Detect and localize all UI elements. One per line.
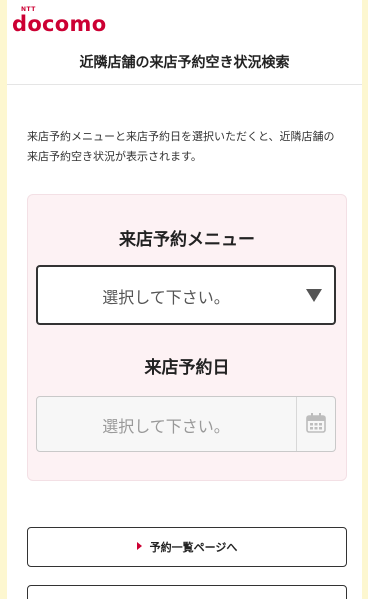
description-text: 来店予約メニューと来店予約日を選択いただくと、近隣店舗の来店予約空き状況が表示さ… [27, 130, 335, 163]
page-frame: NTT docomo 近隣店舗の来店予約空き状況検索 来店予約メニューと来店予約… [7, 0, 362, 599]
secondary-button[interactable] [27, 585, 347, 599]
logo-ntt-text: NTT [21, 6, 36, 13]
date-input[interactable]: 選択して下さい。 [36, 396, 336, 452]
reservation-list-label: 予約一覧ページへ [149, 541, 238, 554]
calendar-icon[interactable] [305, 412, 327, 434]
reservation-list-button-content: 予約一覧ページへ [28, 539, 346, 555]
date-input-placeholder: 選択して下さい。 [102, 417, 230, 436]
chevron-right-icon [136, 542, 142, 550]
date-label: 来店予約日 [144, 358, 230, 378]
dropdown-caret-icon [306, 289, 322, 302]
reservation-list-button[interactable]: 予約一覧ページへ [27, 527, 347, 567]
date-input-divider [296, 397, 297, 451]
docomo-logo[interactable]: NTT docomo [12, 7, 106, 35]
page-title: 近隣店舗の来店予約空き状況検索 [79, 55, 290, 71]
menu-select-value: 選択して下さい。 [102, 288, 230, 307]
menu-select[interactable]: 選択して下さい。 [36, 265, 336, 325]
menu-label: 来店予約メニュー [119, 230, 255, 250]
header: NTT docomo 近隣店舗の来店予約空き状況検索 [7, 0, 362, 85]
search-panel: 来店予約メニュー 選択して下さい。 来店予約日 選択して下さい。 [27, 194, 347, 481]
